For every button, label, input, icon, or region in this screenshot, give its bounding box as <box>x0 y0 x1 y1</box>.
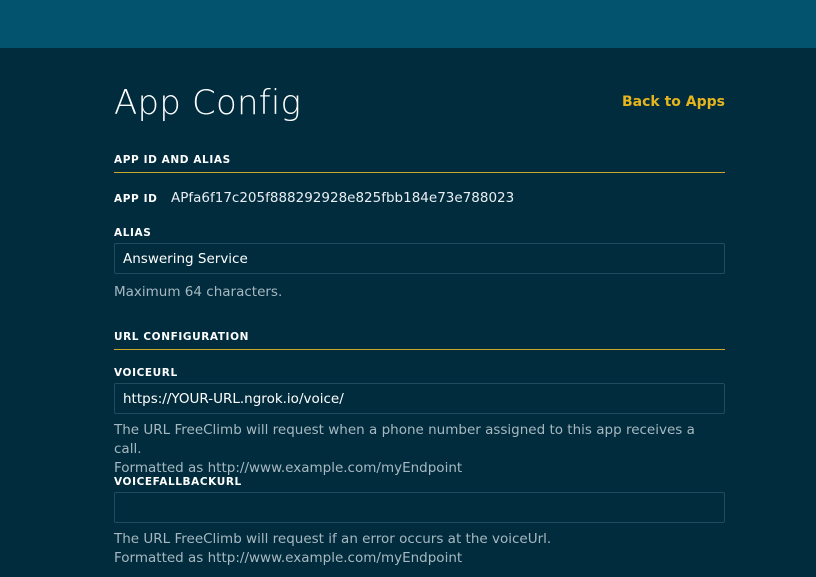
voice-fallback-url-help-line-1: The URL FreeClimb will request if an err… <box>114 531 552 547</box>
title-row: App Config Back to Apps <box>114 48 725 148</box>
voice-url-help-line-1: The URL FreeClimb will request when a ph… <box>114 422 695 457</box>
section-header-app-id-alias: APP ID AND ALIAS <box>114 154 725 173</box>
voice-url-help-text: The URL FreeClimb will request when a ph… <box>114 421 725 478</box>
app-id-label: APP ID <box>114 193 158 205</box>
section-header-url-configuration: URL CONFIGURATION <box>114 331 725 350</box>
voice-fallback-url-help-text: The URL FreeClimb will request if an err… <box>114 530 725 568</box>
top-navigation-bar <box>0 0 816 48</box>
alias-help-text: Maximum 64 characters. <box>114 284 283 300</box>
voice-url-input[interactable] <box>114 383 725 414</box>
voice-fallback-url-label: VOICEFALLBACKURL <box>114 476 242 488</box>
app-config-page: App Config Back to Apps APP ID AND ALIAS… <box>114 48 725 566</box>
alias-label: ALIAS <box>114 227 152 239</box>
voice-url-label: VOICEURL <box>114 367 178 379</box>
alias-input[interactable] <box>114 243 725 274</box>
page-title: App Config <box>114 83 302 123</box>
voice-fallback-url-help-line-2: Formatted as http://www.example.com/myEn… <box>114 550 463 566</box>
app-id-value: APfa6f17c205f888292928e825fbb184e73e7880… <box>171 190 515 206</box>
voice-fallback-url-input[interactable] <box>114 492 725 523</box>
app-id-row: APP ID APfa6f17c205f888292928e825fbb184e… <box>114 190 514 206</box>
back-to-apps-link[interactable]: Back to Apps <box>622 94 725 110</box>
